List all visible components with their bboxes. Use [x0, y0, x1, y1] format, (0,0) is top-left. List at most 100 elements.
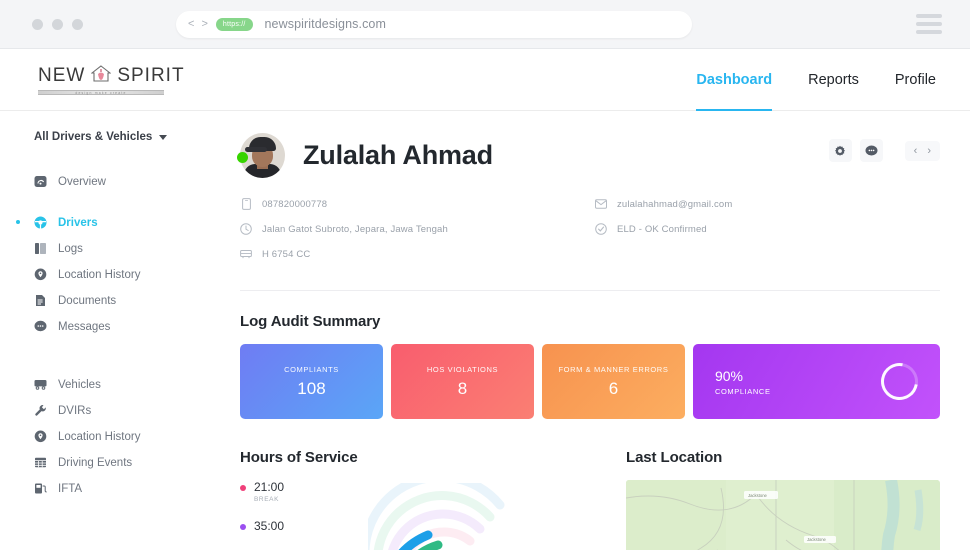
sidebar-item-overview[interactable]: Overview — [0, 169, 222, 194]
next-record-button[interactable]: › — [927, 145, 931, 157]
nav-tab-profile[interactable]: Profile — [895, 49, 936, 110]
sidebar-item-driving-events[interactable]: Driving Events — [0, 450, 222, 475]
profile-meta: 087820000778 zulalahahmad@gmail.com Jala… — [240, 198, 940, 260]
card-label: COMPLIANTS — [284, 364, 339, 374]
legend-value: 21:00 — [254, 480, 285, 494]
sidebar-item-dvirs[interactable]: DVIRs — [0, 398, 222, 423]
sidebar-item-label: Logs — [58, 242, 83, 255]
org-selector-label: All Drivers & Vehicles — [34, 131, 153, 143]
card-hos-violations[interactable]: HOS VIOLATIONS 8 — [390, 344, 534, 419]
back-icon[interactable]: < — [188, 18, 194, 30]
logo-wordmark: NEW SPIRIT — [38, 64, 185, 88]
phone-icon — [240, 198, 252, 210]
card-value: 8 — [457, 378, 468, 398]
sidebar-item-documents[interactable]: Documents — [0, 288, 222, 313]
last-location-panel: Last Location Jackstone Jackstone — [626, 449, 940, 550]
map-pin-icon — [34, 430, 47, 443]
hamburger-icon[interactable] — [916, 14, 942, 34]
card-label: HOS VIOLATIONS — [426, 364, 499, 374]
chevron-down-icon — [159, 134, 168, 140]
section-divider — [240, 290, 940, 291]
last-location-map[interactable]: Jackstone Chipera Jackstone Rogers — [626, 480, 940, 550]
meta-value: zulalahahmad@gmail.com — [617, 198, 733, 210]
grid-icon — [34, 456, 47, 469]
card-value: 108 — [297, 378, 326, 398]
meta-address: Jalan Gatot Subroto, Jepara, Jawa Tengah — [240, 223, 595, 235]
check-circle-icon — [595, 223, 607, 235]
meta-value: 087820000778 — [262, 198, 328, 210]
compliance-ring-chart — [873, 355, 926, 408]
url-text[interactable]: newspiritdesigns.com — [265, 17, 387, 31]
logo-underline: design make create — [38, 89, 164, 95]
nav-tab-dashboard[interactable]: Dashboard — [696, 49, 772, 111]
sidebar-item-label: Location History — [58, 268, 141, 281]
truck-icon — [34, 378, 47, 391]
legend-color-swatch — [240, 485, 246, 491]
site-logo[interactable]: NEW SPIRIT design make create — [38, 64, 185, 95]
meta-value: H 6754 CC — [262, 248, 311, 260]
book-icon — [34, 242, 47, 255]
browser-nav-arrows[interactable]: < > — [188, 18, 208, 30]
log-audit-cards: COMPLIANTS 108 HOS VIOLATIONS 8 FORM & M… — [240, 344, 940, 419]
map-pin-icon — [34, 268, 47, 281]
nav-tab-reports[interactable]: Reports — [808, 49, 859, 110]
last-location-title: Last Location — [626, 449, 723, 466]
sidebar-item-label: DVIRs — [58, 404, 92, 417]
prev-record-button[interactable]: ‹ — [914, 145, 918, 157]
profile-header: Zulalah Ahmad ‹ › — [237, 133, 940, 178]
forward-icon[interactable]: > — [201, 18, 207, 30]
main-content: Zulalah Ahmad ‹ › 087820000778 zulalahah… — [222, 111, 970, 550]
svg-text:Jackstone: Jackstone — [748, 493, 768, 498]
sidebar-group-vehicles: Vehicles DVIRs Location History Driving … — [0, 372, 222, 501]
maximize-window-dot[interactable] — [72, 18, 83, 30]
gear-icon[interactable] — [828, 139, 852, 162]
sidebar-item-drivers[interactable]: Drivers — [0, 210, 222, 235]
sidebar-item-label: Drivers — [58, 216, 98, 229]
logo-text-left: NEW — [38, 65, 86, 86]
hours-of-service-title: Hours of Service — [240, 449, 358, 466]
chat-icon[interactable] — [859, 139, 883, 162]
sidebar-group-drivers: Drivers Logs Location History Documents — [0, 210, 222, 339]
meta-eld-status: ELD - OK Confirmed — [595, 223, 940, 235]
meta-value: ELD - OK Confirmed — [617, 223, 707, 235]
minimize-window-dot[interactable] — [52, 18, 63, 30]
logo-tagline: design make create — [75, 90, 127, 95]
sidebar-item-location-history-vehicle[interactable]: Location History — [0, 424, 222, 449]
org-selector[interactable]: All Drivers & Vehicles — [34, 131, 222, 143]
card-compliants[interactable]: COMPLIANTS 108 — [240, 344, 383, 419]
steering-wheel-icon — [34, 216, 47, 229]
address-bar[interactable]: < > https:// newspiritdesigns.com — [176, 10, 692, 38]
card-label: COMPLIANCE — [714, 386, 771, 396]
sidebar-item-messages[interactable]: Messages — [0, 314, 222, 339]
avatar[interactable] — [237, 133, 285, 178]
profile-icon-buttons — [828, 139, 883, 162]
chat-bubble-icon — [34, 320, 47, 333]
hours-of-service-radial-chart — [360, 472, 548, 550]
sidebar-item-location-history-driver[interactable]: Location History — [0, 262, 222, 287]
logo-text-right: SPIRIT — [117, 65, 185, 86]
record-pager: ‹ › — [904, 140, 940, 161]
legend-value: 35:00 — [254, 519, 285, 534]
https-badge: https:// — [215, 17, 253, 31]
card-compliance[interactable]: 90% COMPLIANCE — [692, 344, 940, 419]
sidebar-item-label: Location History — [58, 430, 141, 443]
main-navigation: Dashboard Reports Profile — [696, 49, 936, 111]
sidebar-item-label: Overview — [58, 175, 106, 188]
close-window-dot[interactable] — [32, 18, 43, 30]
sidebar-item-label: Vehicles — [58, 378, 101, 391]
card-form-manner-errors[interactable]: FORM & MANNER ERRORS 6 — [541, 344, 685, 419]
document-icon — [34, 294, 47, 307]
sidebar-item-vehicles[interactable]: Vehicles — [0, 372, 222, 397]
sidebar-item-ifta[interactable]: IFTA — [0, 476, 222, 501]
sidebar-item-label: Driving Events — [58, 456, 133, 469]
gauge-icon — [34, 175, 47, 188]
truck-icon — [240, 248, 252, 260]
sidebar-item-label: IFTA — [58, 482, 83, 495]
sidebar: All Drivers & Vehicles Overview Drivers — [0, 111, 222, 550]
envelope-icon — [595, 198, 607, 210]
page-title: Zulalah Ahmad — [303, 140, 493, 170]
sidebar-item-logs[interactable]: Logs — [0, 236, 222, 261]
browser-chrome: < > https:// newspiritdesigns.com — [0, 0, 970, 49]
window-controls[interactable] — [32, 18, 83, 30]
